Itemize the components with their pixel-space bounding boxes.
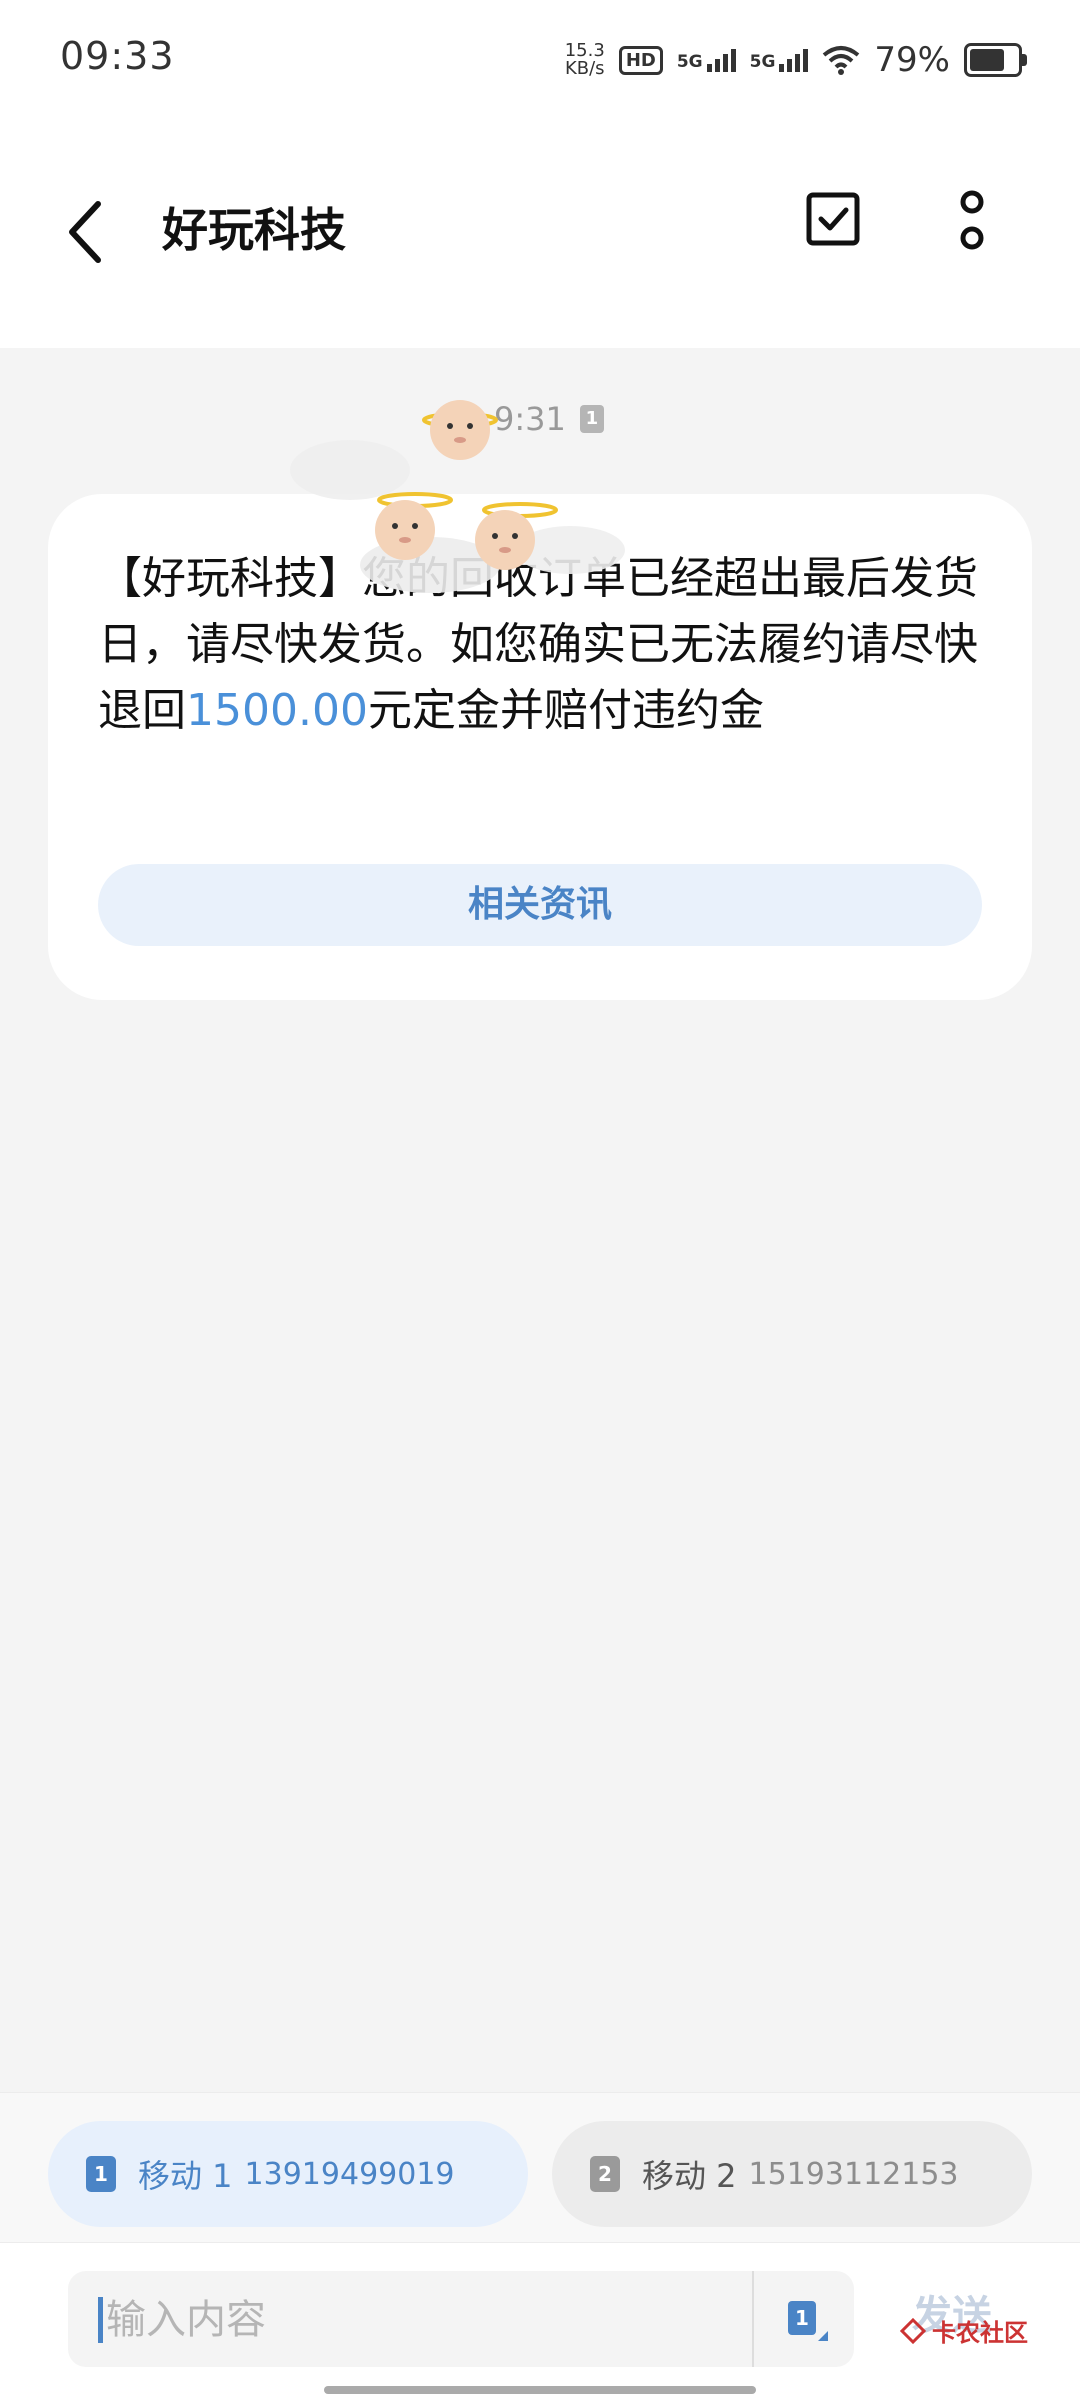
message-input-container — [68, 2271, 752, 2369]
sim-select-button[interactable]: 1 — [752, 2271, 854, 2367]
wifi-icon — [823, 46, 860, 75]
watermark-logo-icon — [900, 2317, 926, 2344]
message-amount-link[interactable]: 1500.00 — [186, 685, 368, 736]
sim2-label: 移动 2 — [642, 2157, 737, 2195]
sim1-label: 移动 1 — [138, 2157, 233, 2195]
conversation-header: 好玩科技 — [0, 120, 1080, 348]
sim2-send-option[interactable]: 2 移动 2 15193112153 — [552, 2121, 1032, 2227]
watermark-text: 卡农社区 — [932, 2319, 1028, 2347]
message-bubble[interactable]: 【好玩科技】您的回收订单已经超出最后发货日，请尽快发货。如您确实已无法履约请尽快… — [48, 494, 1032, 1000]
dropdown-corner-icon — [818, 2331, 828, 2341]
network-speed-unit: KB/s — [564, 58, 605, 79]
timestamp-text: 9:31 — [494, 400, 566, 438]
status-bar: 09:33 15.3 KB/s HD 5G 5G 79% — [0, 0, 1080, 120]
status-icons: 15.3 KB/s HD 5G 5G 79% — [565, 36, 1027, 84]
composer-bar: 1 发送 卡农社区 — [0, 2242, 1080, 2401]
status-time: 09:33 — [60, 34, 175, 78]
select-checkbox-icon[interactable] — [806, 192, 860, 246]
sim2-number: 15193112153 — [748, 2156, 959, 2192]
sim1-network-type: 5G — [676, 51, 703, 72]
message-input[interactable] — [104, 2271, 708, 2369]
message-text: 【好玩科技】您的回收订单已经超出最后发货日，请尽快发货。如您确实已无法履约请尽快… — [98, 546, 978, 744]
network-speed: 15.3 KB/s — [565, 42, 605, 78]
sim-indicator-icon: 1 — [579, 405, 604, 433]
battery-percent: 79% — [874, 40, 950, 80]
watermark: 卡农社区 — [900, 2313, 1028, 2348]
home-indicator[interactable] — [324, 2386, 756, 2394]
sim1-signal-icon: 5G — [676, 48, 736, 72]
sim2-badge-icon: 2 — [590, 2156, 620, 2192]
sim2-network-type: 5G — [749, 51, 776, 72]
page-title: 好玩科技 — [162, 203, 346, 257]
text-caret — [98, 2297, 103, 2343]
sim1-number: 13919499019 — [244, 2156, 455, 2192]
message-timestamp: 9:31 1 — [494, 400, 604, 438]
related-info-button[interactable]: 相关资讯 — [98, 864, 982, 946]
hd-icon: HD — [618, 45, 663, 75]
back-arrow-icon[interactable] — [56, 192, 116, 272]
message-text-after: 元定金并赔付违约金 — [367, 685, 764, 736]
more-options-icon[interactable] — [944, 188, 1000, 260]
sim1-badge-icon: 1 — [86, 2156, 116, 2192]
sim1-send-option[interactable]: 1 移动 1 13919499019 — [48, 2121, 528, 2227]
battery-icon — [964, 43, 1027, 77]
sim-selector-bar: 1 移动 1 13919499019 2 移动 2 15193112153 — [0, 2092, 1080, 2243]
selected-sim-icon: 1 — [788, 2301, 816, 2335]
sim2-signal-icon: 5G — [749, 48, 809, 72]
